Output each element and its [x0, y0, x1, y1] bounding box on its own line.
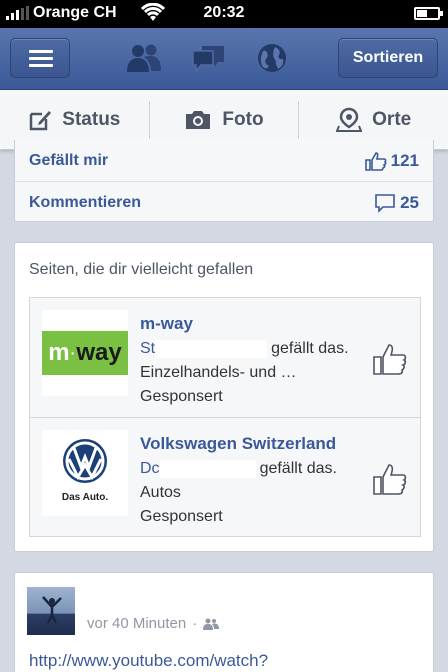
like-label: Gefällt mir: [29, 152, 109, 169]
redacted-name: [159, 460, 256, 478]
friend-name[interactable]: Dc: [140, 460, 160, 477]
comment-row[interactable]: Kommentieren 25: [15, 182, 433, 223]
list-item[interactable]: m · way m-way St gefällt das. Einzelhandels…: [30, 298, 420, 417]
suggested-pages-list: m · way m-way St gefällt das. Einzelhandels…: [29, 297, 421, 537]
page-name[interactable]: m-way: [140, 314, 193, 334]
friends-icon[interactable]: [124, 42, 164, 74]
page-name[interactable]: Volkswagen Switzerland: [140, 434, 336, 454]
avatar[interactable]: [27, 587, 75, 635]
suggested-pages-card: Seiten, die dir vielleicht gefallen m · wa…: [14, 242, 434, 552]
clock: 20:32: [203, 4, 245, 21]
vw-tagline: Das Auto.: [61, 492, 109, 503]
menu-button[interactable]: [10, 38, 70, 78]
thumbs-up-icon: [364, 152, 387, 171]
like-count: 121: [390, 151, 419, 170]
battery-icon: [414, 7, 443, 20]
page-category: Einzelhandels- und …: [140, 364, 297, 381]
post-actions-card: Gefällt mir 121 Kommentieren 25: [14, 140, 434, 222]
comment-label: Kommentieren: [29, 194, 142, 211]
friend-likes: Dc gefällt das.: [140, 460, 337, 478]
comment-icon: [375, 194, 395, 213]
comment-count: 25: [400, 193, 419, 212]
suggested-pages-heading: Seiten, die dir vielleicht gefallen: [29, 261, 254, 278]
status-bar: Orange CH 20:32: [0, 0, 448, 28]
places-label: Orte: [372, 108, 412, 130]
page-logo[interactable]: Das Auto.: [42, 430, 128, 516]
map-pin-icon: [336, 107, 363, 132]
photo-label: Foto: [222, 108, 264, 130]
camera-icon: [186, 110, 211, 129]
friend-name[interactable]: St: [140, 340, 155, 357]
post-link[interactable]: http://www.youtube.com/watch?: [29, 651, 268, 671]
status-label: Status: [62, 108, 121, 130]
top-navigation-bar: Sortieren: [0, 28, 448, 90]
page-logo[interactable]: m · way: [42, 310, 128, 396]
page-category: Autos: [140, 484, 181, 501]
friends-icon: [203, 618, 220, 630]
post-time[interactable]: vor 40 Minuten: [87, 615, 186, 632]
list-item[interactable]: Das Auto. Volkswagen Switzerland Dc gefäl…: [30, 417, 420, 536]
edit-icon: [30, 110, 52, 130]
mway-logo: m · way: [42, 331, 128, 375]
sponsored-label: Gesponsert: [140, 388, 223, 405]
avatar-image: [42, 596, 62, 624]
globe-icon[interactable]: [255, 42, 289, 76]
like-page-button[interactable]: [372, 342, 408, 376]
feed-post: vor 40 Minuten · http://www.youtube.com/…: [14, 572, 434, 672]
like-page-button[interactable]: [372, 462, 408, 496]
sort-button[interactable]: Sortieren: [338, 38, 438, 78]
messages-icon[interactable]: [190, 42, 228, 74]
post-meta: vor 40 Minuten ·: [87, 615, 220, 632]
hamburger-icon: [29, 50, 53, 53]
like-row[interactable]: Gefällt mir 121: [15, 140, 433, 181]
friend-likes: St gefällt das.: [140, 340, 349, 358]
sponsored-label: Gesponsert: [140, 508, 223, 525]
redacted-name: [155, 340, 268, 358]
